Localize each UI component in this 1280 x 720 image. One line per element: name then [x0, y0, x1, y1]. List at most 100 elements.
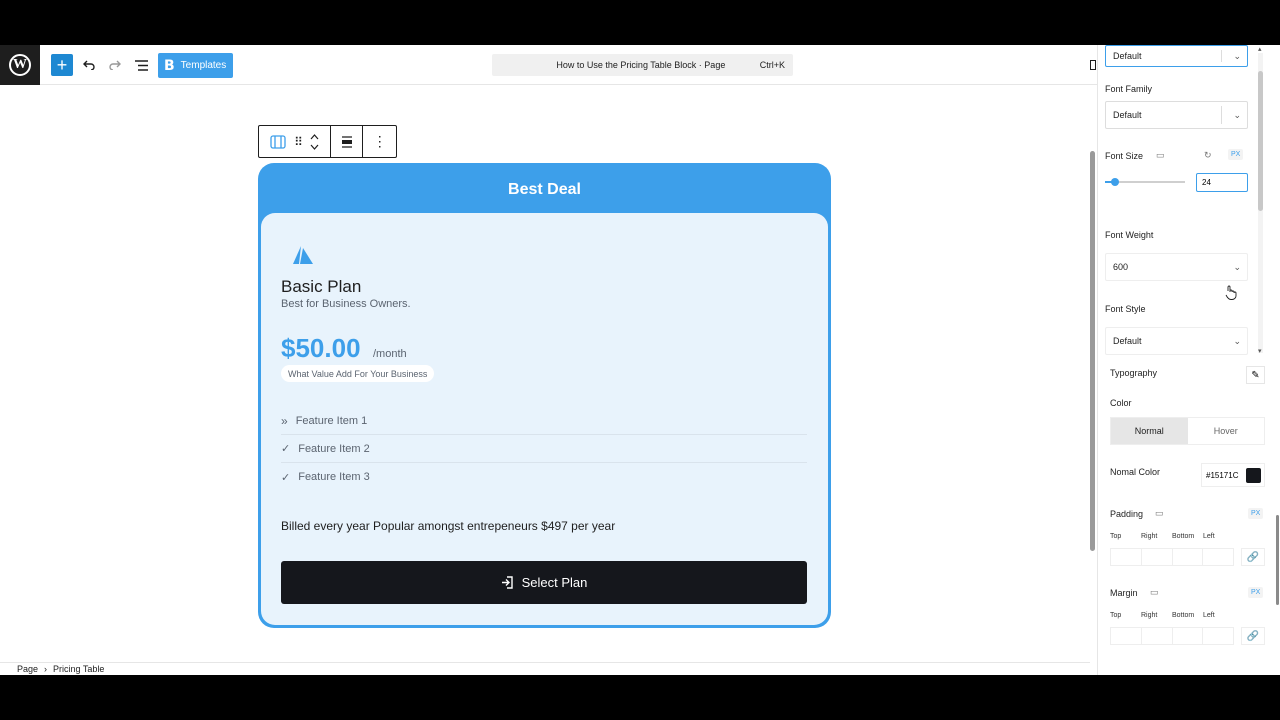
pricing-table-card[interactable]: Best Deal Basic Plan Best for Business O…: [258, 163, 831, 628]
normal-color-value: #15171C: [1206, 470, 1239, 480]
font-size-label: Font Size: [1105, 151, 1144, 161]
tab-normal[interactable]: Normal: [1111, 418, 1188, 444]
canvas-scrollbar[interactable]: [1089, 85, 1097, 662]
margin-bottom-input[interactable]: [1171, 627, 1203, 645]
font-weight-select[interactable]: 600 ⌄: [1105, 253, 1248, 281]
margin-left-input[interactable]: [1202, 627, 1234, 645]
wordpress-logo-button[interactable]: W: [0, 45, 40, 85]
scroll-down-icon[interactable]: ▾: [1258, 347, 1262, 355]
wordpress-icon: W: [9, 54, 31, 76]
block-breadcrumb: Page › Pricing Table: [0, 662, 1090, 675]
color-swatch[interactable]: [1246, 468, 1261, 483]
templates-label: Templates: [180, 60, 227, 71]
margin-label: Margin: [1110, 588, 1138, 598]
add-block-button[interactable]: +: [51, 54, 73, 76]
link-icon: 🔗: [1246, 630, 1260, 642]
popover-scrollbar[interactable]: [1258, 53, 1263, 353]
block-toolbar: ⠿ ⋮: [258, 125, 397, 158]
select-plan-button[interactable]: Select Plan: [281, 561, 807, 604]
card-body: Basic Plan Best for Business Owners. $50…: [261, 213, 828, 625]
color-label: Color: [1110, 398, 1132, 408]
redo-button[interactable]: [106, 53, 124, 77]
feature-label: Feature Item 2: [298, 442, 370, 455]
chevron-down-icon: ⌄: [1233, 50, 1241, 61]
mouse-pointer-icon: [1225, 285, 1237, 300]
desktop-icon[interactable]: ▭: [1150, 587, 1159, 598]
feature-item: » Feature Item 1: [281, 407, 807, 435]
chevron-right-icon: ›: [44, 664, 48, 674]
font-size-slider-handle[interactable]: [1111, 178, 1119, 186]
font-family-value: Default: [1113, 110, 1142, 120]
margin-top-input[interactable]: [1110, 627, 1141, 645]
reset-icon[interactable]: ↻: [1204, 150, 1212, 161]
more-options-button[interactable]: ⋮: [363, 126, 396, 157]
list-view-icon: [134, 59, 148, 71]
undo-button[interactable]: [80, 53, 98, 77]
settings-sidebar: Default ⌄ Font Family Default ⌄ Font Siz…: [1097, 45, 1280, 675]
edit-typography-button[interactable]: ✎: [1246, 366, 1265, 384]
breadcrumb-block[interactable]: Pricing Table: [53, 664, 104, 674]
breadcrumb-page[interactable]: Page: [17, 664, 38, 674]
padding-bottom-input[interactable]: [1171, 548, 1203, 566]
margin-link-button[interactable]: 🔗: [1241, 627, 1265, 645]
feature-item: ✓ Feature Item 2: [281, 435, 807, 463]
font-style-label: Font Style: [1105, 304, 1146, 314]
margin-inputs: [1110, 627, 1234, 645]
side-top-label: Top: [1110, 612, 1122, 619]
double-chevron-icon: »: [281, 413, 288, 428]
view-icon[interactable]: [1090, 60, 1096, 70]
padding-right-input[interactable]: [1140, 548, 1172, 566]
padding-link-button[interactable]: 🔗: [1241, 548, 1265, 566]
normal-color-picker[interactable]: #15171C: [1201, 463, 1265, 487]
margin-unit[interactable]: PX: [1248, 587, 1264, 598]
plan-name: Basic Plan: [281, 277, 362, 296]
margin-sides-labels: Top Right Bottom Left: [1110, 612, 1234, 619]
plan-price: $50.00: [281, 333, 361, 363]
chevron-down-icon: ⌄: [1233, 109, 1241, 120]
align-button[interactable]: [331, 126, 364, 157]
font-weight-label: Font Weight: [1105, 230, 1154, 240]
card-banner: Best Deal: [508, 181, 581, 198]
padding-sides-labels: Top Right Bottom Left: [1110, 533, 1234, 540]
drag-handle-icon[interactable]: ⠿: [294, 135, 303, 149]
chevron-down-icon: ⌄: [1233, 261, 1241, 272]
templates-button[interactable]: B Templates: [158, 53, 233, 78]
select-plan-label: Select Plan: [521, 575, 588, 590]
side-right-label: Right: [1141, 533, 1158, 540]
link-icon: 🔗: [1246, 551, 1260, 563]
side-bottom-label: Bottom: [1172, 533, 1195, 540]
margin-right-input[interactable]: [1140, 627, 1172, 645]
top-select[interactable]: Default ⌄: [1105, 45, 1248, 67]
side-bottom-label: Bottom: [1172, 612, 1195, 619]
price-period: /month: [373, 348, 407, 360]
command-palette-bar[interactable]: How to Use the Pricing Table Block · Pag…: [492, 54, 793, 76]
feature-item: ✓ Feature Item 3: [281, 463, 807, 491]
chevron-down-icon: ⌄: [1233, 335, 1241, 346]
color-state-tabs: Normal Hover: [1110, 417, 1265, 445]
templates-logo-icon: B: [164, 57, 175, 74]
font-style-select[interactable]: Default ⌄: [1105, 327, 1248, 355]
desktop-icon[interactable]: ▭: [1156, 150, 1165, 161]
move-up-down-icon[interactable]: [310, 133, 319, 151]
scroll-up-icon[interactable]: ▴: [1258, 45, 1262, 53]
sidebar-scrollbar[interactable]: [1276, 45, 1280, 675]
padding-unit[interactable]: PX: [1248, 508, 1264, 519]
padding-top-input[interactable]: [1110, 548, 1141, 566]
billing-note: Billed every year Popular amongst entrep…: [281, 519, 616, 533]
top-select-value: Default: [1113, 51, 1142, 61]
plan-subtitle: Best for Business Owners.: [281, 298, 411, 310]
more-vertical-icon: ⋮: [372, 133, 387, 149]
font-size-input[interactable]: 24: [1196, 173, 1248, 192]
side-right-label: Right: [1141, 612, 1158, 619]
pricing-table-block-icon[interactable]: [270, 134, 286, 150]
font-weight-value: 600: [1113, 262, 1129, 272]
font-size-unit[interactable]: PX: [1228, 149, 1244, 160]
padding-inputs: [1110, 548, 1234, 566]
pencil-icon: ✎: [1251, 369, 1260, 381]
typography-popover: Default ⌄ Font Family Default ⌄ Font Siz…: [1098, 45, 1266, 357]
padding-left-input[interactable]: [1202, 548, 1234, 566]
document-overview-button[interactable]: [132, 53, 150, 77]
font-family-select[interactable]: Default ⌄: [1105, 101, 1248, 129]
desktop-icon[interactable]: ▭: [1155, 508, 1164, 519]
tab-hover[interactable]: Hover: [1188, 418, 1265, 444]
